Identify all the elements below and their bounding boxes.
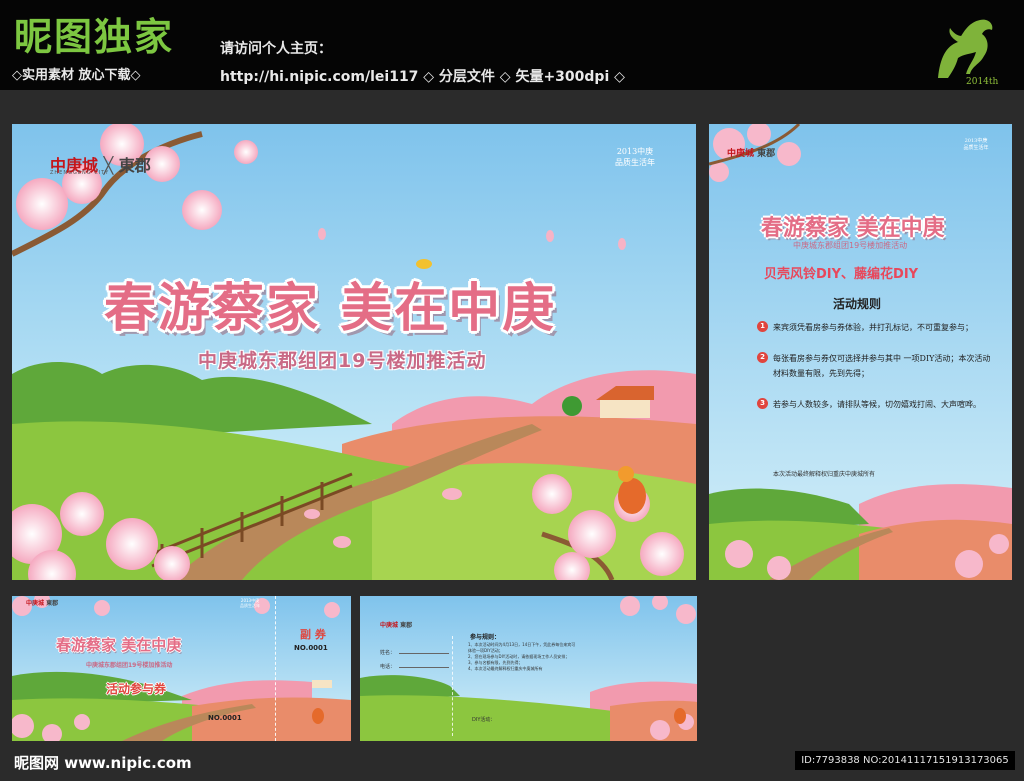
coupon-label: 活动参与券 xyxy=(106,682,167,696)
ticket-front-background xyxy=(12,596,351,741)
company-logo: 中庚城 東郡 xyxy=(727,149,776,159)
stub-label: 副 券 xyxy=(300,628,326,641)
flyer-title: 春游蔡家 美在中庚 xyxy=(761,215,945,241)
name-field[interactable] xyxy=(399,649,450,654)
quality-badge: 2013中庚 品质生活年 xyxy=(615,147,655,167)
flyer-artboard: 中庚城 東郡 2013中庚 品质生活年 春游蔡家 美在中庚 中庚城东郡组团19号楼… xyxy=(709,124,1012,580)
rule-text: 来宾须凭看房参与券体验，并打孔标记，不可重复参与； xyxy=(773,323,973,332)
image-id-badge: ID:7793838 NO:20141117151913173065 xyxy=(795,751,1015,770)
rules-heading: 活动规则 xyxy=(833,297,882,311)
poster-subtitle: 中庚城东郡组团19号楼加推活动 xyxy=(198,350,487,372)
quality-badge: 2013中庚 品质生活年 xyxy=(963,138,989,151)
phone-field[interactable] xyxy=(399,663,450,668)
perforation-line xyxy=(275,596,276,741)
horse-logo-icon xyxy=(938,19,993,78)
company-logo: 中庚城 東郡 xyxy=(380,622,413,629)
ticket-title: 春游蔡家 美在中庚 xyxy=(56,636,182,654)
perforation-line xyxy=(452,636,453,736)
flyer-footnote: 本次活动最终解释权归重庆中庚城所有 xyxy=(773,471,876,478)
ticket-number: NO.0001 xyxy=(208,714,242,722)
name-label: 姓名： xyxy=(380,650,396,656)
rule-number: 2 xyxy=(757,352,768,363)
footer-brand[interactable]: 昵图网 www.nipic.com xyxy=(14,752,192,773)
homepage-link[interactable]: http://hi.nipic.com/lei117 ◇ 分层文件 ◇ 矢量+3… xyxy=(220,66,625,86)
list-item: 4、本次活动最终解释权归重庆中庚城所有 xyxy=(468,666,543,671)
diy-label: DIY活动： xyxy=(472,717,496,723)
company-logo: 中庚城 東郡 xyxy=(26,600,59,607)
logo-year: 2014th xyxy=(966,77,999,87)
rule-text: 每张看房参与券仅可选择并参与其中 一项DIY活动；本次活动材料数量有限，先到先得… xyxy=(773,354,991,378)
brand-title: 昵图独家 xyxy=(14,15,175,59)
header-bar: 昵图独家 ◇实用素材 放心下载◇ 请访问个人主页： http://hi.nipi… xyxy=(0,0,1024,90)
rules-heading: 参与规则： xyxy=(470,634,501,641)
phone-label: 电话： xyxy=(380,664,396,670)
poster-artboard: 中庚城 ╳ 東郡 ZHENGGENG CITY 2013中庚 品质生活年 春游蔡家… xyxy=(12,124,696,580)
visit-label: 请访问个人主页： xyxy=(220,41,332,57)
rule-text: 若参与人数较多，请排队等候，切勿嬉戏打闹、大声喧哗。 xyxy=(773,400,981,409)
poster-title: 春游蔡家 美在中庚 xyxy=(104,278,557,339)
rules-list: 1 来宾须凭看房参与券体验，并打孔标记，不可重复参与； 2 每张看房参与券仅可选… xyxy=(757,320,997,428)
list-item: 3 若参与人数较多，请排队等候，切勿嬉戏打闹、大声喧哗。 xyxy=(757,397,997,412)
entry-form: 姓名： 电话： xyxy=(380,646,450,674)
ticket-front-artboard: 中庚城 東郡 2013中庚 品质生活年 春游蔡家 美在中庚 中庚城东郡组团19号楼… xyxy=(12,596,351,741)
list-item: 1 来宾须凭看房参与券体验，并打孔标记，不可重复参与； xyxy=(757,320,997,335)
quality-badge: 2013中庚 品质生活年 xyxy=(240,598,260,608)
flyer-subtitle: 中庚城东郡组团19号楼加推活动 xyxy=(793,241,908,250)
rule-number: 3 xyxy=(757,398,768,409)
company-logo-en: ZHENGGENG CITY xyxy=(50,170,110,176)
rule-number: 1 xyxy=(757,321,768,332)
brand-tagline: ◇实用素材 放心下载◇ xyxy=(12,68,141,83)
ticket-back-artboard: 中庚城 東郡 姓名： 电话： 参与规则： 1、本次活动时间为4月13日，14日下… xyxy=(360,596,697,741)
activity-name: 贝壳风铃DIY、藤编花DIY xyxy=(764,267,919,282)
ticket-subtitle: 中庚城东郡组团19号楼加推活动 xyxy=(86,662,173,669)
rules-list: 1、本次活动时间为4月13日，14日下午，凭此券每位来宾可 体验一项DIY活动；… xyxy=(468,642,618,672)
stub-number: NO.0001 xyxy=(294,644,328,652)
list-item: 2 每张看房参与券仅可选择并参与其中 一项DIY活动；本次活动材料数量有限，先到… xyxy=(757,351,997,381)
